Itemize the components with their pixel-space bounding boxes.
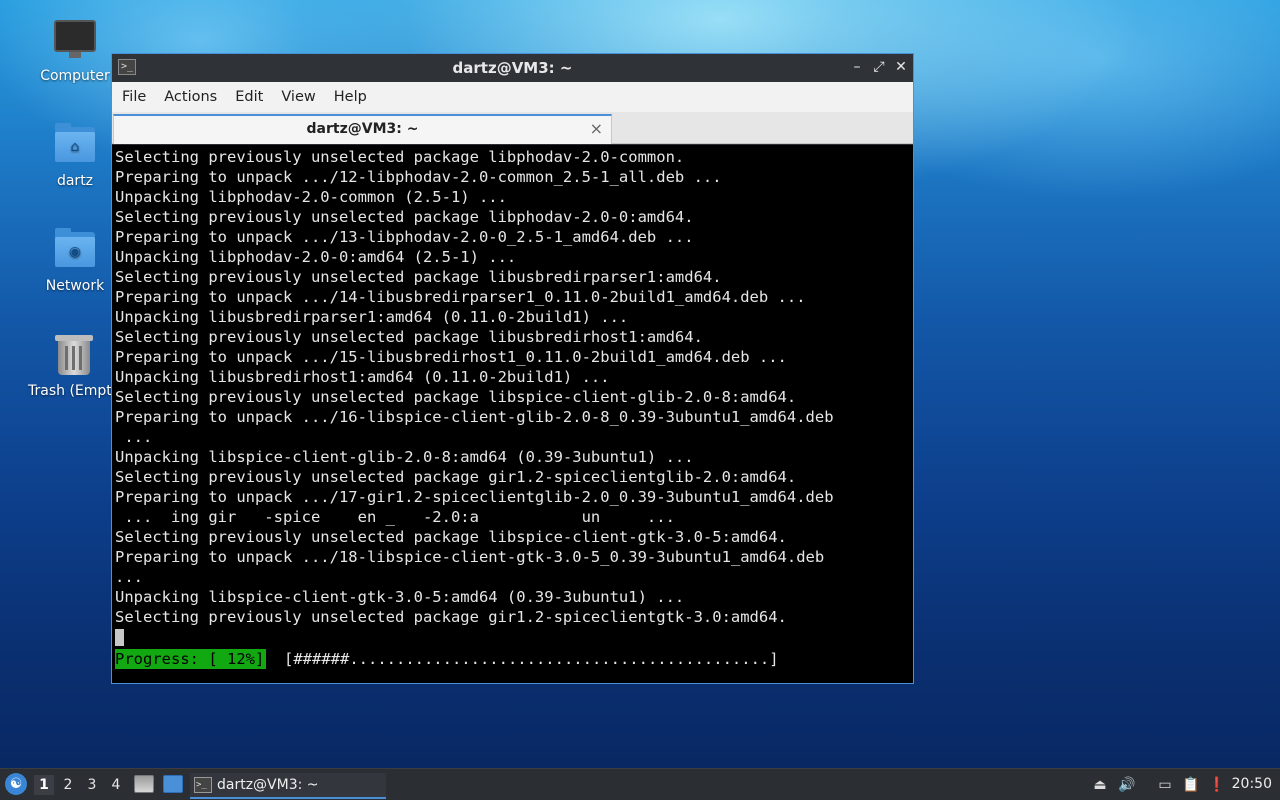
workspace-1[interactable]: 1 xyxy=(34,775,54,795)
desktop-icon-label: Network xyxy=(45,278,105,294)
terminal-line: Preparing to unpack .../15-libusbredirho… xyxy=(115,348,787,366)
terminal-line: Unpacking libusbredirparser1:amd64 (0.11… xyxy=(115,308,629,326)
show-desktop-icon[interactable] xyxy=(163,775,183,793)
prompt-line xyxy=(112,627,913,647)
desktop-icon-network[interactable]: ◉ Network xyxy=(25,226,125,294)
terminal-line: Preparing to unpack .../16-libspice-clie… xyxy=(115,408,834,426)
terminal-line: Preparing to unpack .../14-libusbredirpa… xyxy=(115,288,806,306)
terminal-lines: Selecting previously unselected package … xyxy=(112,145,913,627)
network-folder-icon: ◉ xyxy=(51,226,99,274)
terminal-line: ... xyxy=(115,428,153,446)
menu-actions[interactable]: Actions xyxy=(156,89,225,105)
menu-file[interactable]: File xyxy=(114,89,154,105)
terminal-line: Selecting previously unselected package … xyxy=(115,148,685,166)
desktop-icon-label: Trash (Empt xyxy=(28,383,112,399)
start-menu-icon[interactable]: ☯ xyxy=(5,773,27,795)
close-button[interactable]: ✕ xyxy=(892,58,910,76)
workspace-2[interactable]: 2 xyxy=(58,775,78,795)
menu-view[interactable]: View xyxy=(273,89,323,105)
terminal-line: Preparing to unpack .../13-libphodav-2.0… xyxy=(115,228,694,246)
taskbar-item-terminal[interactable]: >_ dartz@VM3: ~ xyxy=(190,773,386,799)
progress-line: Progress: [ 12%] [######................… xyxy=(112,649,913,669)
terminal-line: Preparing to unpack .../18-libspice-clie… xyxy=(115,548,825,566)
tab-terminal[interactable]: dartz@VM3: ~ × xyxy=(113,114,612,144)
workspace-3[interactable]: 3 xyxy=(82,775,102,795)
terminal-line: Selecting previously unselected package … xyxy=(115,528,787,546)
window-titlebar[interactable]: >_ dartz@VM3: ~ – ⤢ ✕ xyxy=(112,54,913,82)
maximize-button[interactable]: ⤢ xyxy=(870,58,888,76)
desktop-icon-computer[interactable]: Computer xyxy=(25,16,125,84)
clock[interactable]: 20:50 xyxy=(1232,776,1272,792)
workspace-4[interactable]: 4 xyxy=(106,775,126,795)
terminal-line: Unpacking libspice-client-glib-2.0-8:amd… xyxy=(115,448,694,466)
terminal-line: ... xyxy=(115,568,143,586)
menu-bar: File Actions Edit View Help xyxy=(112,82,913,112)
menu-help[interactable]: Help xyxy=(326,89,375,105)
terminal-line: Selecting previously unselected package … xyxy=(115,468,797,486)
terminal-line: Selecting previously unselected package … xyxy=(115,268,722,286)
desktop-icon-trash[interactable]: Trash (Empt xyxy=(20,331,112,399)
desktop-icon-label: dartz xyxy=(56,173,94,189)
text-cursor xyxy=(115,629,124,646)
network-status-icon[interactable]: ▭ xyxy=(1155,775,1175,795)
terminal-line: Unpacking libusbredirhost1:amd64 (0.11.0… xyxy=(115,368,610,386)
progress-label: Progress: [ 12%] xyxy=(115,649,267,669)
terminal-icon: >_ xyxy=(194,777,212,793)
home-folder-icon: ⌂ xyxy=(51,121,99,169)
clipboard-icon[interactable]: 📋 xyxy=(1181,775,1201,795)
terminal-line: Selecting previously unselected package … xyxy=(115,328,703,346)
tab-bar: dartz@VM3: ~ × xyxy=(112,112,913,144)
desktop-icon-home[interactable]: ⌂ dartz xyxy=(25,121,125,189)
window-title: dartz@VM3: ~ xyxy=(452,59,573,77)
terminal-line: Selecting previously unselected package … xyxy=(115,388,797,406)
terminal-line: Unpacking libphodav-2.0-common (2.5-1) .… xyxy=(115,188,507,206)
terminal-line: Unpacking libspice-client-gtk-3.0-5:amd6… xyxy=(115,588,685,606)
terminal-line: Preparing to unpack .../12-libphodav-2.0… xyxy=(115,168,722,186)
notification-icon[interactable]: ❗ xyxy=(1207,775,1227,795)
progress-bar: [######.................................… xyxy=(284,650,779,668)
terminal-line: ... ing gir -spice en _ -2.0:a un ... xyxy=(115,508,675,526)
trash-icon xyxy=(50,331,98,379)
terminal-line: Selecting previously unselected package … xyxy=(115,608,787,626)
taskbar-item-label: dartz@VM3: ~ xyxy=(217,777,319,793)
eject-icon[interactable]: ⏏ xyxy=(1090,775,1110,795)
terminal-line: Unpacking libphodav-2.0-0:amd64 (2.5-1) … xyxy=(115,248,517,266)
minimize-button[interactable]: – xyxy=(848,58,866,76)
computer-icon xyxy=(51,16,99,64)
taskbar: ☯ 1 2 3 4 >_ dartz@VM3: ~ ⏏ 🔊 ▭ 📋 ❗ 20:5… xyxy=(0,768,1280,800)
tab-label: dartz@VM3: ~ xyxy=(306,121,419,137)
tab-close-icon[interactable]: × xyxy=(590,119,603,138)
volume-icon[interactable]: 🔊 xyxy=(1117,775,1137,795)
terminal-output[interactable]: Selecting previously unselected package … xyxy=(112,145,913,683)
file-manager-icon[interactable] xyxy=(134,775,154,793)
menu-edit[interactable]: Edit xyxy=(227,89,271,105)
terminal-line: Preparing to unpack .../17-gir1.2-spicec… xyxy=(115,488,834,506)
desktop-icon-label: Computer xyxy=(40,68,110,84)
terminal-line: Selecting previously unselected package … xyxy=(115,208,694,226)
terminal-window: >_ dartz@VM3: ~ – ⤢ ✕ File Actions Edit … xyxy=(111,53,914,684)
